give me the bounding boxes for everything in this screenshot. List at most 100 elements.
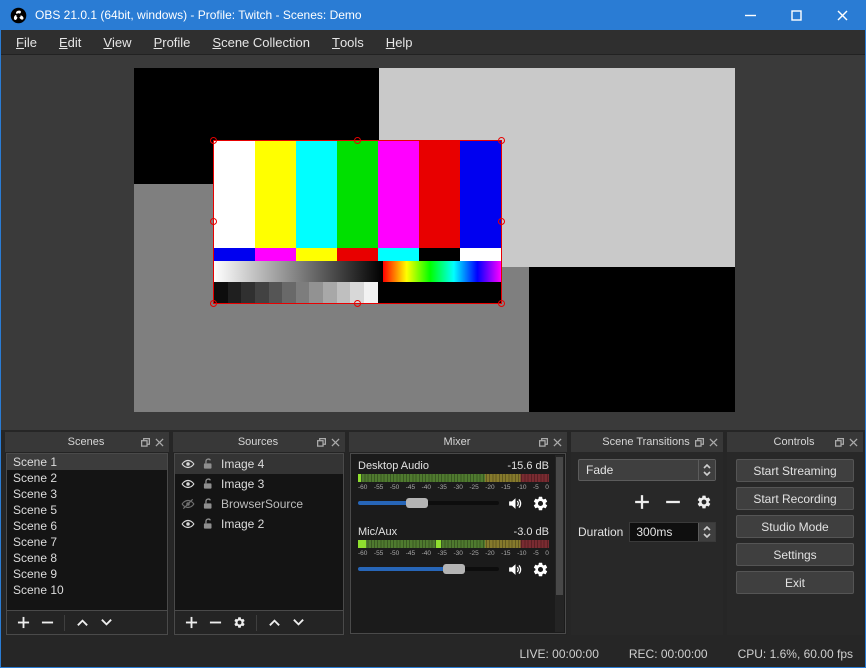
close-dock-icon[interactable]	[849, 438, 858, 447]
menu-item-help[interactable]: Help	[375, 30, 424, 54]
menu-item-file[interactable]: File	[5, 30, 48, 54]
menu-item-profile[interactable]: Profile	[143, 30, 202, 54]
scene-list-item[interactable]: Scene 9	[7, 566, 167, 582]
volume-slider[interactable]	[358, 567, 499, 571]
scene-list-item[interactable]: Scene 3	[7, 486, 167, 502]
settings-button[interactable]: Settings	[736, 543, 854, 566]
titlebar: OBS 21.0.1 (64bit, windows) - Profile: T…	[1, 0, 865, 30]
channel-settings-gear-icon[interactable]	[532, 495, 549, 512]
remove-transition-button[interactable]	[663, 492, 683, 512]
menu-item-scene-collection[interactable]: Scene Collection	[201, 30, 321, 54]
channel-settings-gear-icon[interactable]	[532, 561, 549, 578]
sources-toolbar	[174, 611, 344, 635]
source-list-item[interactable]: BrowserSource	[175, 494, 343, 514]
remove-scene-button[interactable]	[37, 613, 57, 633]
studio-mode-button[interactable]: Studio Mode	[736, 515, 854, 538]
obs-logo-icon	[10, 7, 27, 24]
transition-selected-value: Fade	[579, 460, 698, 480]
source-name: Image 4	[221, 457, 264, 471]
scene-list-item[interactable]: Scene 1	[7, 454, 167, 470]
resize-handle-bottom-center[interactable]	[354, 300, 361, 307]
move-scene-up-button[interactable]	[72, 613, 92, 633]
unlock-icon[interactable]	[201, 457, 215, 471]
unlock-icon[interactable]	[201, 477, 215, 491]
selected-source-image[interactable]	[214, 141, 501, 303]
add-transition-button[interactable]	[632, 492, 652, 512]
add-scene-button[interactable]	[13, 613, 33, 633]
close-dock-icon[interactable]	[553, 438, 562, 447]
visible-eye-icon[interactable]	[181, 457, 195, 471]
hidden-eye-icon[interactable]	[181, 497, 195, 511]
resize-handle-top-left[interactable]	[210, 137, 217, 144]
resize-handle-mid-right[interactable]	[498, 218, 505, 225]
transition-select-arrows[interactable]	[698, 460, 715, 480]
channel-name: Desktop Audio	[358, 460, 429, 472]
scene-list-item[interactable]: Scene 5	[7, 502, 167, 518]
move-scene-down-button[interactable]	[96, 613, 116, 633]
statusbar: LIVE: 00:00:00 REC: 00:00:00 CPU: 1.6%, …	[1, 640, 865, 667]
resize-handle-mid-left[interactable]	[210, 218, 217, 225]
move-source-up-button[interactable]	[264, 613, 284, 633]
float-dock-icon[interactable]	[695, 438, 704, 447]
start-recording-button[interactable]: Start Recording	[736, 487, 854, 510]
close-dock-icon[interactable]	[709, 438, 718, 447]
sources-dock-titlebar: Sources	[173, 432, 345, 452]
scene-list-item[interactable]: Scene 10	[7, 582, 167, 598]
source-list-item[interactable]: Image 2	[175, 514, 343, 534]
mixer-scrollbar[interactable]	[555, 455, 564, 632]
duration-spin-arrows[interactable]	[698, 523, 715, 541]
colorbars-small-row	[214, 248, 501, 261]
float-dock-icon[interactable]	[835, 438, 844, 447]
scene-list-item[interactable]: Scene 7	[7, 534, 167, 550]
float-dock-icon[interactable]	[141, 438, 150, 447]
volume-slider[interactable]	[358, 501, 499, 505]
sources-dock: Sources Image 4 Image 3BrowserSourceImage…	[173, 432, 345, 635]
resize-handle-bottom-right[interactable]	[498, 300, 505, 307]
transition-properties-button[interactable]	[694, 492, 714, 512]
scene-list-item[interactable]: Scene 6	[7, 518, 167, 534]
resize-handle-top-center[interactable]	[354, 137, 361, 144]
transitions-dock-titlebar: Scene Transitions	[571, 432, 723, 452]
start-streaming-button[interactable]: Start Streaming	[736, 459, 854, 482]
mixer-dock: Mixer Desktop Audio-15.6 dB-60-55-50-45-…	[349, 432, 567, 635]
mute-speaker-icon[interactable]	[507, 561, 524, 578]
transitions-dock-title: Scene Transitions	[571, 436, 695, 448]
float-dock-icon[interactable]	[317, 438, 326, 447]
window-title: OBS 21.0.1 (64bit, windows) - Profile: T…	[35, 8, 362, 22]
source-properties-button[interactable]	[229, 613, 249, 633]
visible-eye-icon[interactable]	[181, 517, 195, 531]
scene-list-item[interactable]: Scene 2	[7, 470, 167, 486]
close-dock-icon[interactable]	[155, 438, 164, 447]
duration-spinbox[interactable]: 300ms	[629, 522, 716, 542]
gradient-row	[214, 261, 501, 282]
minimize-button[interactable]	[727, 0, 773, 30]
resize-handle-bottom-left[interactable]	[210, 300, 217, 307]
volume-slider-handle[interactable]	[406, 498, 428, 508]
channel-level: -15.6 dB	[507, 460, 549, 472]
controls-dock: Controls Start StreamingStart RecordingS…	[727, 432, 863, 635]
remove-source-button[interactable]	[205, 613, 225, 633]
unlock-icon[interactable]	[201, 497, 215, 511]
transitions-dock: Scene Transitions Fade	[571, 432, 723, 635]
menu-item-view[interactable]: View	[92, 30, 142, 54]
menu-item-tools[interactable]: Tools	[321, 30, 375, 54]
move-source-down-button[interactable]	[288, 613, 308, 633]
resize-handle-top-right[interactable]	[498, 137, 505, 144]
visible-eye-icon[interactable]	[181, 477, 195, 491]
close-button[interactable]	[819, 0, 865, 30]
unlock-icon[interactable]	[201, 517, 215, 531]
transition-select[interactable]: Fade	[578, 459, 716, 481]
float-dock-icon[interactable]	[539, 438, 548, 447]
close-dock-icon[interactable]	[331, 438, 340, 447]
volume-slider-handle[interactable]	[443, 564, 465, 574]
source-list-item[interactable]: Image 3	[175, 474, 343, 494]
add-source-button[interactable]	[181, 613, 201, 633]
maximize-button[interactable]	[773, 0, 819, 30]
meter-scale: -60-55-50-45-40-35-30-25-20-15-10-50	[358, 548, 549, 557]
source-list-item[interactable]: Image 4	[175, 454, 343, 474]
scene-list-item[interactable]: Scene 8	[7, 550, 167, 566]
menu-item-edit[interactable]: Edit	[48, 30, 92, 54]
mute-speaker-icon[interactable]	[507, 495, 524, 512]
exit-button[interactable]: Exit	[736, 571, 854, 594]
scene-canvas[interactable]	[134, 68, 735, 412]
